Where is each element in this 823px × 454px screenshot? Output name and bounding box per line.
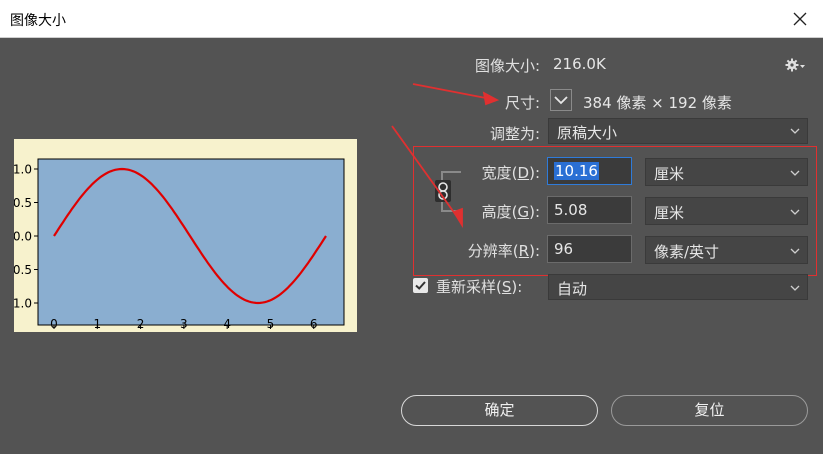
gear-icon (785, 58, 805, 72)
x-tick-label: 5 (267, 317, 275, 331)
resample-method-dropdown[interactable]: 自动 (548, 274, 808, 300)
ok-button[interactable]: 确定 (401, 395, 598, 426)
x-tick-label: 4 (223, 317, 231, 331)
preview-chart: .1.0 0.5 0.0 0.5 .1.0 0 1 2 3 4 5 6 (14, 158, 345, 331)
title-bar: 图像大小 (0, 0, 823, 38)
y-tick-label: 0.5 (14, 263, 32, 277)
x-tick-label: 2 (137, 317, 145, 331)
image-size-value: 216.0K (553, 55, 606, 73)
fit-to-dropdown[interactable]: 原稿大小 (548, 118, 808, 144)
close-button[interactable] (777, 0, 823, 38)
y-tick-label: 0.0 (14, 230, 32, 244)
x-tick-label: 0 (50, 317, 58, 331)
annotation-highlight-box (413, 146, 817, 276)
chevron-down-icon (554, 96, 568, 105)
window-title: 图像大小 (10, 13, 66, 29)
dimensions-units-toggle[interactable] (550, 89, 572, 111)
close-icon (793, 12, 807, 26)
x-tick-label: 1 (93, 317, 101, 331)
resample-method-value: 自动 (557, 280, 588, 298)
chevron-down-icon (790, 128, 800, 134)
image-size-label: 图像大小: (474, 57, 540, 75)
y-tick-label: .1.0 (14, 163, 32, 177)
y-tick-label: 0.5 (14, 196, 32, 210)
x-tick-label: 3 (180, 317, 188, 331)
resample-label: 重新采样(S): (436, 278, 523, 296)
fit-to-value: 原稿大小 (557, 124, 618, 142)
x-tick-label: 6 (310, 317, 318, 331)
resample-checkbox[interactable] (413, 278, 428, 293)
image-preview: .1.0 0.5 0.0 0.5 .1.0 0 1 2 3 4 5 6 (14, 139, 357, 332)
y-tick-label: .1.0 (14, 297, 32, 311)
fit-to-label: 调整为: (489, 125, 540, 143)
checkmark-icon (415, 281, 426, 290)
settings-menu-button[interactable] (784, 56, 808, 74)
chevron-down-icon (790, 285, 800, 291)
dimensions-label: 尺寸: (504, 94, 540, 112)
plot-area (37, 158, 345, 326)
dimensions-value: 384 像素 × 192 像素 (583, 94, 732, 112)
reset-button[interactable]: 复位 (611, 395, 808, 426)
